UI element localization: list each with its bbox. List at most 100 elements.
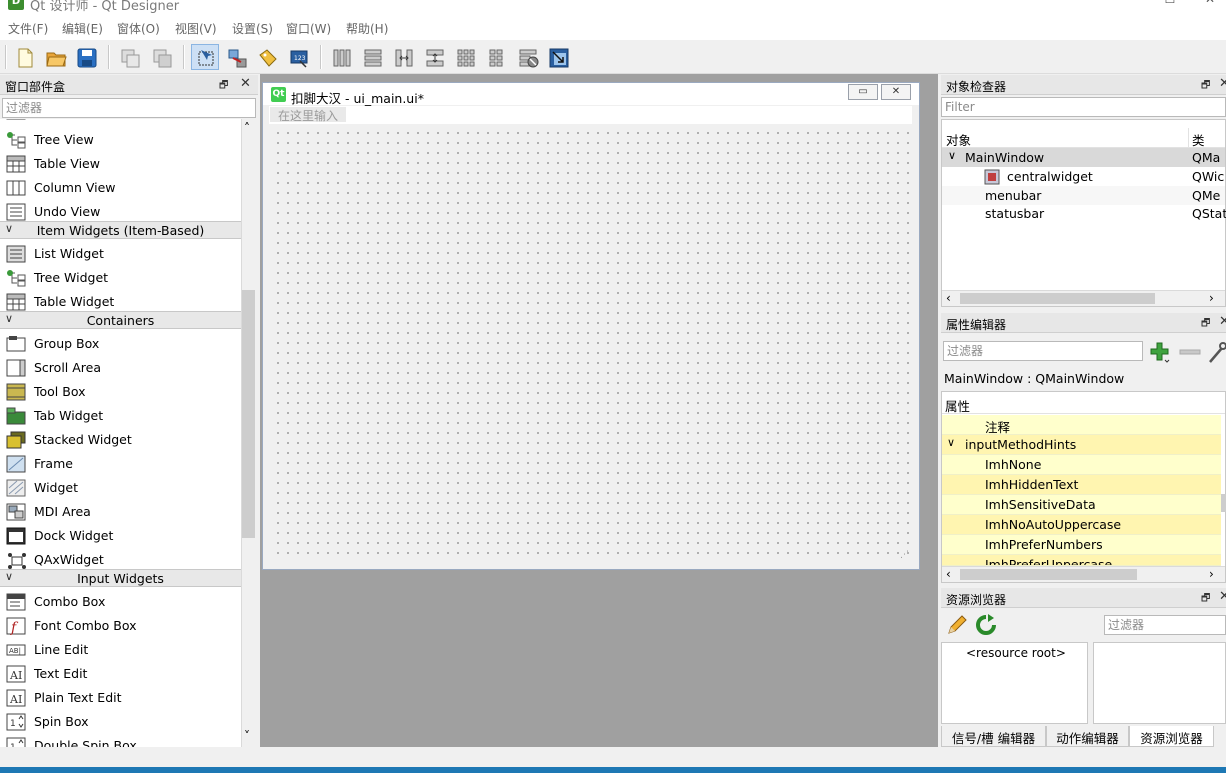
resource-browser-filter-input[interactable] xyxy=(1104,615,1226,635)
widget-box-item-tree-view[interactable]: Tree View xyxy=(0,128,241,152)
widget-box-float-button[interactable]: 🗗 xyxy=(219,78,231,91)
layout-vertical-button[interactable] xyxy=(358,44,386,70)
layout-horizontal-splitter-button[interactable] xyxy=(389,44,417,70)
size-grip-icon[interactable]: ⋰ xyxy=(900,550,909,560)
remove-dynamic-property-icon[interactable] xyxy=(1178,340,1202,364)
add-dynamic-property-icon[interactable] xyxy=(1148,340,1172,364)
form-canvas-grid[interactable] xyxy=(269,124,912,562)
tab-signal-slot-editor[interactable]: 信号/槽 编辑器 xyxy=(941,726,1046,747)
property-editor-hscrollbar[interactable]: ‹ › xyxy=(942,566,1225,582)
close-window-button[interactable]: ✕ xyxy=(1190,0,1226,8)
copy-button[interactable] xyxy=(116,44,144,70)
property-editor-close-button[interactable]: ✕ xyxy=(1219,314,1226,329)
widget-box-item-tree-widget[interactable]: Tree Widget xyxy=(0,266,241,290)
break-layout-button[interactable] xyxy=(513,44,541,70)
layout-grid-button[interactable] xyxy=(451,44,479,70)
widget-box-close-button[interactable]: ✕ xyxy=(240,76,252,91)
property-row-imhhiddentext[interactable]: ImhHiddenText xyxy=(942,475,1221,495)
tab-resource-browser[interactable]: 资源浏览器 xyxy=(1129,726,1214,747)
tree-row-menubar[interactable]: menubar QMe xyxy=(942,186,1225,205)
scroll-right-icon[interactable]: › xyxy=(1209,291,1214,305)
edit-signals-slots-button[interactable] xyxy=(222,44,250,70)
widget-box-item-spin-box[interactable]: 1 Spin Box xyxy=(0,710,241,734)
object-inspector-hscrollbar[interactable]: ‹ › xyxy=(942,290,1225,306)
widget-box-item-table-view[interactable]: Table View xyxy=(0,152,241,176)
resource-root-item[interactable]: <resource root> xyxy=(966,646,1066,660)
form-menu-type-here[interactable]: 在这里输入 xyxy=(270,107,346,123)
widget-box-item-list-widget[interactable]: List Widget xyxy=(0,242,241,266)
edit-tab-order-button[interactable]: 123 xyxy=(284,44,312,70)
column-header-class[interactable]: 类 xyxy=(1192,130,1205,149)
configure-wrench-icon[interactable] xyxy=(1207,340,1226,364)
widget-box-scroll-thumb[interactable] xyxy=(242,290,255,538)
widget-box-item-column-view[interactable]: Column View xyxy=(0,176,241,200)
widget-category-containers[interactable]: ∨ Containers xyxy=(0,311,241,329)
tree-row-mainwindow[interactable]: ∨ MainWindow QMa xyxy=(942,148,1225,167)
form-close-button[interactable]: ✕ xyxy=(881,84,911,100)
new-file-button[interactable] xyxy=(10,44,38,70)
tab-action-editor[interactable]: 动作编辑器 xyxy=(1046,726,1129,747)
hscroll-thumb[interactable] xyxy=(960,569,1137,580)
layout-vertical-splitter-button[interactable] xyxy=(420,44,448,70)
form-minimize-button[interactable]: ▭ xyxy=(848,84,878,100)
column-header-property[interactable]: 属性 xyxy=(945,396,970,415)
widget-box-item-text-edit[interactable]: AI Text Edit xyxy=(0,662,241,686)
menu-file[interactable]: 文件(F) xyxy=(8,20,48,37)
widget-box-item-tab-widget[interactable]: Tab Widget xyxy=(0,404,241,428)
property-editor-float-button[interactable]: 🗗 xyxy=(1201,316,1213,329)
layout-form-button[interactable] xyxy=(482,44,510,70)
edit-resources-pencil-icon[interactable] xyxy=(945,613,969,637)
property-editor-vscroll-thumb[interactable] xyxy=(1221,494,1226,512)
widget-box-item-font-combo-box[interactable]: f Font Combo Box xyxy=(0,614,241,638)
save-file-button[interactable] xyxy=(72,44,100,70)
edit-buddies-button[interactable] xyxy=(253,44,281,70)
widget-box-item-tool-box[interactable]: Tool Box xyxy=(0,380,241,404)
widget-box-item-frame[interactable]: Frame xyxy=(0,452,241,476)
maximize-button[interactable]: ☐ xyxy=(1150,0,1190,8)
object-inspector-filter-input[interactable] xyxy=(941,97,1226,117)
tree-row-statusbar[interactable]: statusbar QStat xyxy=(942,204,1226,223)
scroll-up-icon[interactable]: ˄ xyxy=(244,121,250,135)
widget-box-item-scroll-area[interactable]: Scroll Area xyxy=(0,356,241,380)
property-row-imhpreferuppercase[interactable]: ImhPreferUppercase xyxy=(942,555,1221,566)
widget-category-item-widgets-item-based[interactable]: ∨ Item Widgets (Item-Based) xyxy=(0,221,241,239)
widget-category-input-widgets[interactable]: ∨ Input Widgets xyxy=(0,569,241,587)
menu-help[interactable]: 帮助(H) xyxy=(346,20,388,37)
property-row-imhsensitivedata[interactable]: ImhSensitiveData xyxy=(942,495,1221,515)
column-header-object[interactable]: 对象 xyxy=(946,130,971,149)
reload-resources-icon[interactable] xyxy=(974,613,998,637)
scroll-left-icon[interactable]: ‹ xyxy=(946,291,951,305)
object-inspector-close-button[interactable]: ✕ xyxy=(1219,76,1226,91)
widget-box-item-double-spin-box[interactable]: 1 Double Spin Box xyxy=(0,734,241,747)
property-editor-filter-input[interactable] xyxy=(943,341,1143,361)
widget-box-item-stacked-widget[interactable]: Stacked Widget xyxy=(0,428,241,452)
property-row-inputmethodhints[interactable]: ∨ inputMethodHints xyxy=(942,435,1221,455)
widget-box-item-plain-text-edit[interactable]: AI Plain Text Edit xyxy=(0,686,241,710)
tree-row-centralwidget[interactable]: centralwidget QWic xyxy=(942,167,1225,186)
tree-expand-icon[interactable]: ∨ xyxy=(948,149,956,162)
minimize-button[interactable]: — xyxy=(1110,0,1150,8)
property-row-imhprefernumbers[interactable]: ImhPreferNumbers xyxy=(942,535,1221,555)
menu-settings[interactable]: 设置(S) xyxy=(232,20,273,37)
adjust-size-button[interactable] xyxy=(544,44,572,70)
property-row-imhnoautouppercase[interactable]: ImhNoAutoUppercase xyxy=(942,515,1221,535)
menu-window[interactable]: 窗口(W) xyxy=(286,20,331,37)
object-inspector-float-button[interactable]: 🗗 xyxy=(1201,78,1213,91)
widget-box-item-mdi-area[interactable]: MDI Area xyxy=(0,500,241,524)
widget-box-filter-input[interactable] xyxy=(2,98,256,118)
menu-view[interactable]: 视图(V) xyxy=(175,20,217,37)
open-file-button[interactable] xyxy=(41,44,69,70)
menu-form[interactable]: 窗体(O) xyxy=(117,20,160,37)
widget-box-item-widget[interactable]: Widget xyxy=(0,476,241,500)
widget-box-item-group-box[interactable]: Group Box xyxy=(0,332,241,356)
widget-box-item-combo-box[interactable]: Combo Box xyxy=(0,590,241,614)
paste-button[interactable] xyxy=(147,44,175,70)
edit-widgets-button[interactable] xyxy=(191,44,219,70)
hscroll-thumb[interactable] xyxy=(960,293,1155,304)
widget-box-item-dock-widget[interactable]: Dock Widget xyxy=(0,524,241,548)
property-row-imhnone[interactable]: ImhNone xyxy=(942,455,1221,475)
layout-horizontal-button[interactable] xyxy=(327,44,355,70)
menu-edit[interactable]: 编辑(E) xyxy=(62,20,103,37)
widget-box-item-line-edit[interactable]: AB| Line Edit xyxy=(0,638,241,662)
resource-browser-close-button[interactable]: ✕ xyxy=(1219,589,1226,604)
